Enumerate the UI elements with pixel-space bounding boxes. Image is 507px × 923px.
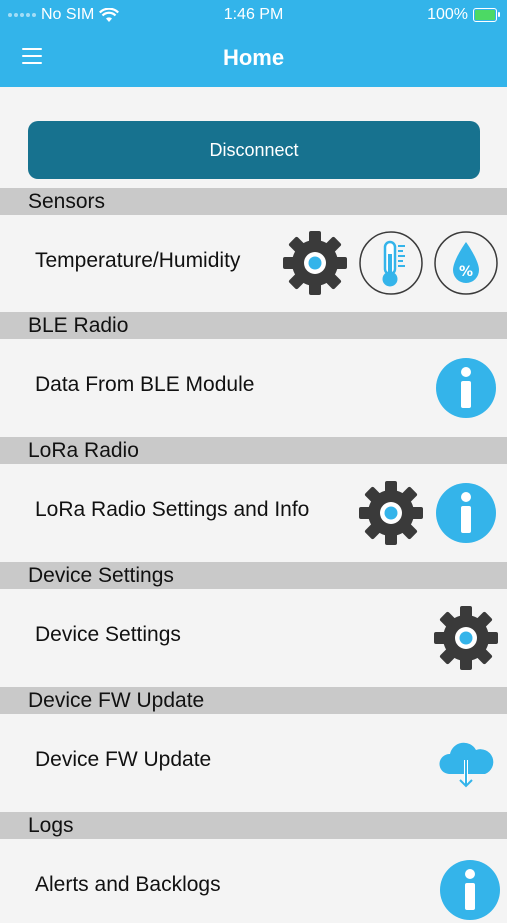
svg-text:%: % [459, 264, 473, 280]
row-label: Data From BLE Module [35, 373, 255, 396]
row-label: LoRa Radio Settings and Info [35, 498, 310, 521]
row-lora-settings[interactable]: LoRa Radio Settings and Info [0, 464, 507, 561]
thermometer-icon[interactable] [358, 230, 424, 296]
row-label: Device FW Update [35, 748, 212, 771]
row-temperature-humidity[interactable]: Temperature/Humidity % [0, 215, 507, 312]
humidity-drop-icon[interactable]: % [433, 230, 499, 296]
disconnect-button[interactable]: Disconnect [28, 121, 480, 179]
gear-icon[interactable] [282, 230, 348, 296]
page-title: Home [222, 45, 285, 70]
battery-level-fill [475, 10, 495, 20]
row-label: Device Settings [35, 623, 181, 646]
gear-icon[interactable] [358, 480, 424, 546]
battery-group: 100% [427, 6, 500, 24]
battery-percent: 100% [427, 6, 468, 23]
cloud-download-icon[interactable] [433, 730, 499, 796]
section-title: Device FW Update [28, 689, 205, 712]
section-title: LoRa Radio [28, 439, 139, 462]
section-title: Logs [28, 814, 74, 837]
row-device-settings[interactable]: Device Settings [0, 589, 507, 686]
section-header-logs: Logs [0, 812, 507, 839]
section-title: Device Settings [28, 564, 174, 587]
info-icon[interactable] [433, 480, 499, 546]
row-label: Temperature/Humidity [35, 249, 241, 272]
action-area: Disconnect [0, 87, 507, 188]
section-header-device-fw-update: Device FW Update [0, 687, 507, 714]
info-icon[interactable] [437, 857, 503, 923]
section-header-ble-radio: BLE Radio [0, 312, 507, 339]
section-header-sensors: Sensors [0, 188, 507, 215]
section-title: Sensors [28, 190, 106, 213]
status-bar: No SIM 1:46 PM 100% [0, 0, 507, 30]
row-alerts-backlogs[interactable]: Alerts and Backlogs [0, 839, 507, 920]
row-label: Alerts and Backlogs [35, 873, 221, 896]
section-header-device-settings: Device Settings [0, 562, 507, 589]
row-device-fw-update[interactable]: Device FW Update [0, 714, 507, 811]
nav-bar: Home [0, 30, 507, 87]
info-icon[interactable] [433, 355, 499, 421]
gear-icon[interactable] [433, 605, 499, 671]
battery-icon [473, 8, 500, 22]
section-title: BLE Radio [28, 314, 129, 337]
section-header-lora-radio: LoRa Radio [0, 437, 507, 464]
row-data-from-ble[interactable]: Data From BLE Module [0, 339, 507, 436]
